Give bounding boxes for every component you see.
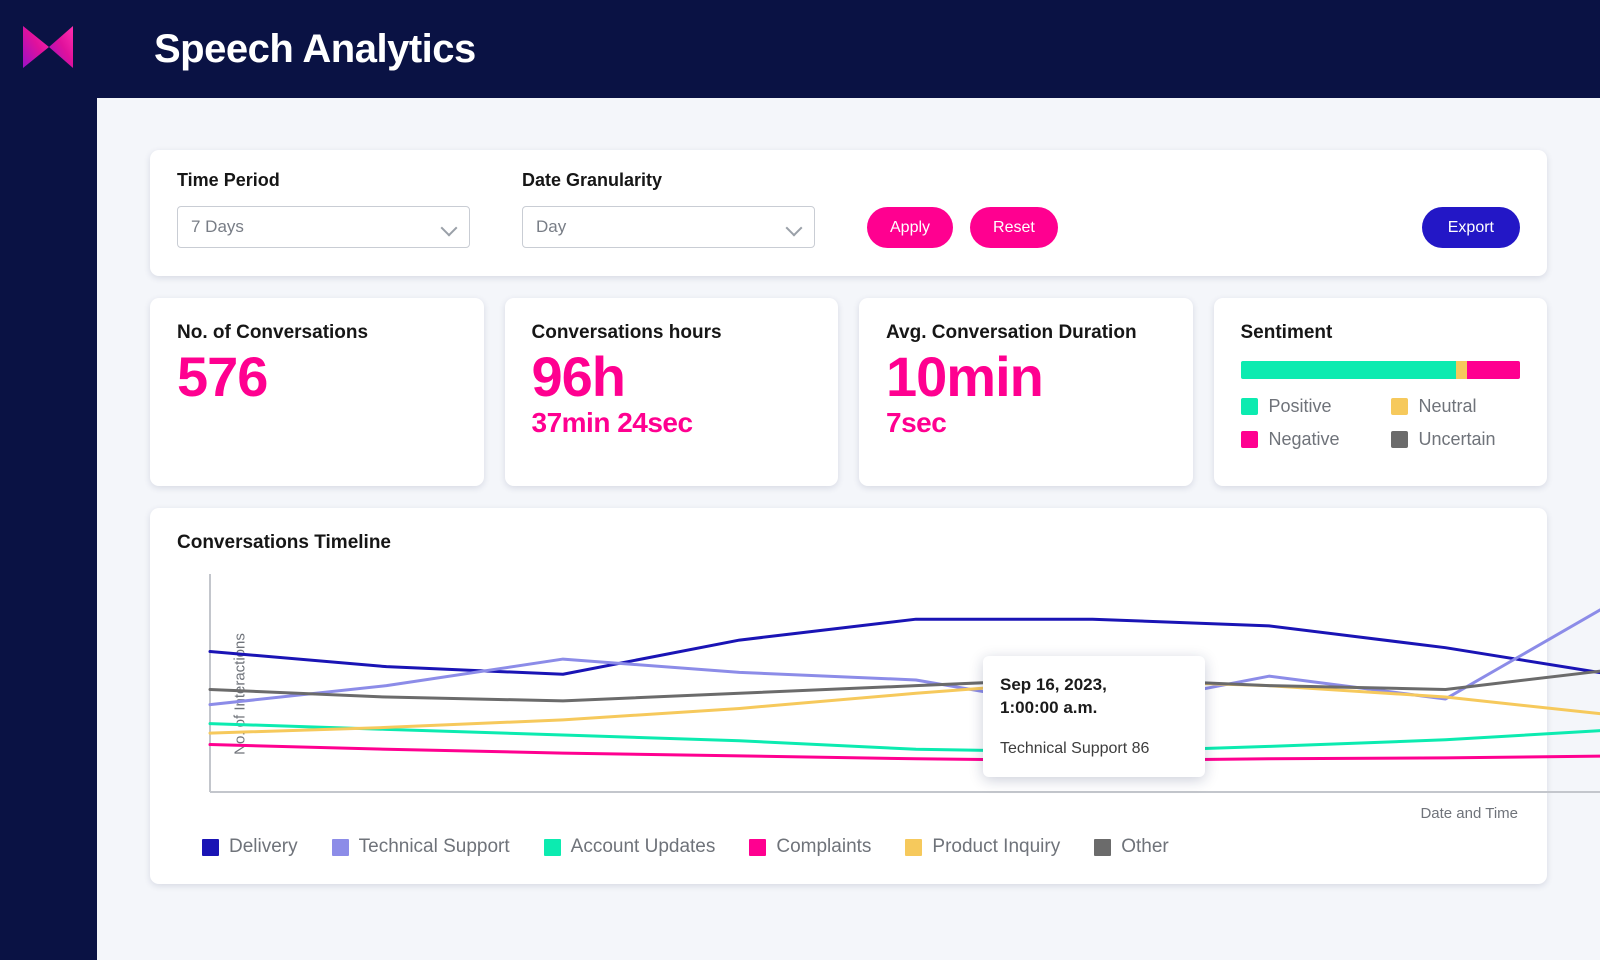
chart-plot-area: No. of Interactions Date and Time Sep 16… — [177, 568, 1600, 822]
legend-label: Delivery — [229, 836, 298, 857]
chart-title: Conversations Timeline — [177, 532, 391, 553]
legend-label: Product Inquiry — [932, 836, 1061, 857]
kpi-card-hours: Conversations hours 96h 37min 24sec — [504, 298, 838, 486]
reset-button[interactable]: Reset — [970, 207, 1058, 248]
sentiment-legend-label: Negative — [1268, 429, 1340, 449]
kpi-card-avg-duration: Avg. Conversation Duration 10min 7sec — [859, 298, 1193, 486]
time-period-label: Time Period — [177, 170, 280, 190]
series-line-account-updates[interactable] — [208, 722, 1600, 754]
sentiment-card: Sentiment Positive Neutral Negative Unce… — [1213, 298, 1547, 486]
kpi-row: No. of Conversations 576 Conversations h… — [150, 298, 1547, 486]
legend-swatch-icon — [202, 838, 219, 856]
tooltip-series-value: Technical Support 86 — [1000, 739, 1150, 757]
conversations-timeline-card: Conversations Timeline No. of Interactio… — [150, 508, 1600, 884]
legend-label: Technical Support — [358, 836, 510, 857]
line-chart-svg[interactable] — [177, 568, 1600, 820]
kpi-title: No. of Conversations — [177, 322, 369, 343]
sentiment-legend-label: Uncertain — [1418, 429, 1496, 449]
chevron-down-icon — [785, 219, 803, 237]
main-content: Time Period 7 Days Date Granularity Day … — [97, 98, 1600, 960]
sentiment-legend-neutral: Neutral — [1390, 396, 1521, 417]
kpi-value: 10min — [886, 345, 1044, 408]
legend-item-product-inquiry[interactable]: Product Inquiry — [905, 836, 1060, 858]
sentiment-legend-label: Neutral — [1418, 396, 1477, 416]
sidebar — [0, 0, 97, 960]
sentiment-legend-negative: Negative — [1240, 429, 1391, 450]
apply-button[interactable]: Apply — [867, 207, 954, 248]
legend-item-complaints[interactable]: Complaints — [749, 836, 871, 858]
legend-swatch-icon — [905, 838, 923, 856]
filter-bar: Time Period 7 Days Date Granularity Day … — [150, 150, 1547, 276]
legend-swatch-icon — [543, 838, 561, 856]
date-granularity-select[interactable]: Day — [522, 206, 815, 248]
kpi-card-conversations: No. of Conversations 576 — [150, 298, 484, 486]
tooltip-title-line2: 1:00:00 a.m. — [1000, 697, 1098, 717]
date-granularity-label: Date Granularity — [522, 170, 663, 190]
legend-label: Other — [1121, 836, 1169, 857]
tooltip-title-line1: Sep 16, 2023, — [1000, 675, 1107, 694]
date-granularity-group: Date Granularity Day — [522, 170, 815, 248]
series-line-delivery[interactable] — [208, 617, 1600, 676]
time-period-select[interactable]: 7 Days — [177, 206, 470, 248]
sentiment-bar — [1240, 361, 1521, 379]
legend-item-delivery[interactable]: Delivery — [202, 836, 298, 858]
legend-item-account-updates[interactable]: Account Updates — [543, 836, 716, 858]
sentiment-title: Sentiment — [1240, 322, 1333, 343]
chart-tooltip: Sep 16, 2023, 1:00:00 a.m. Technical Sup… — [983, 656, 1205, 777]
neutral-swatch-icon — [1390, 398, 1408, 415]
kpi-title: Conversations hours — [531, 322, 722, 343]
kpi-subvalue: 37min 24sec — [531, 406, 694, 438]
sentiment-segment-positive — [1240, 361, 1456, 379]
negative-swatch-icon — [1240, 431, 1258, 448]
kpi-value: 576 — [177, 345, 268, 408]
export-button[interactable]: Export — [1421, 207, 1520, 248]
sentiment-segment-neutral — [1455, 361, 1467, 379]
series-line-complaints[interactable] — [208, 743, 1600, 763]
kpi-title: Avg. Conversation Duration — [886, 322, 1137, 343]
chart-legend: Delivery Technical Support Account Updates… — [177, 836, 1520, 858]
sentiment-legend-uncertain: Uncertain — [1390, 429, 1521, 450]
chevron-down-icon — [440, 219, 458, 237]
sentiment-legend-label: Positive — [1268, 396, 1332, 416]
kpi-subvalue: 7sec — [886, 406, 947, 438]
app-header: Speech Analytics — [97, 0, 1600, 98]
series-line-other[interactable] — [208, 669, 1600, 703]
page-title: Speech Analytics — [154, 26, 476, 71]
sentiment-legend-positive: Positive — [1240, 396, 1391, 417]
brand-m-logo-icon — [20, 22, 78, 72]
sentiment-segment-negative — [1466, 361, 1520, 379]
uncertain-swatch-icon — [1390, 431, 1408, 448]
time-period-group: Time Period 7 Days — [177, 170, 470, 248]
legend-swatch-icon — [1094, 838, 1112, 856]
legend-item-technical-support[interactable]: Technical Support — [331, 836, 510, 858]
positive-swatch-icon — [1240, 398, 1258, 415]
date-granularity-value: Day — [536, 217, 567, 236]
app-root: Speech Analytics Time Period 7 Days Date… — [0, 0, 1600, 960]
legend-label: Account Updates — [570, 836, 716, 857]
legend-label: Complaints — [776, 836, 872, 857]
kpi-value: 96h — [531, 345, 626, 408]
time-period-value: 7 Days — [191, 217, 244, 236]
sentiment-legend: Positive Neutral Negative Uncertain — [1240, 396, 1521, 450]
legend-item-other[interactable]: Other — [1094, 836, 1169, 858]
legend-swatch-icon — [749, 838, 767, 856]
legend-swatch-icon — [331, 838, 349, 856]
